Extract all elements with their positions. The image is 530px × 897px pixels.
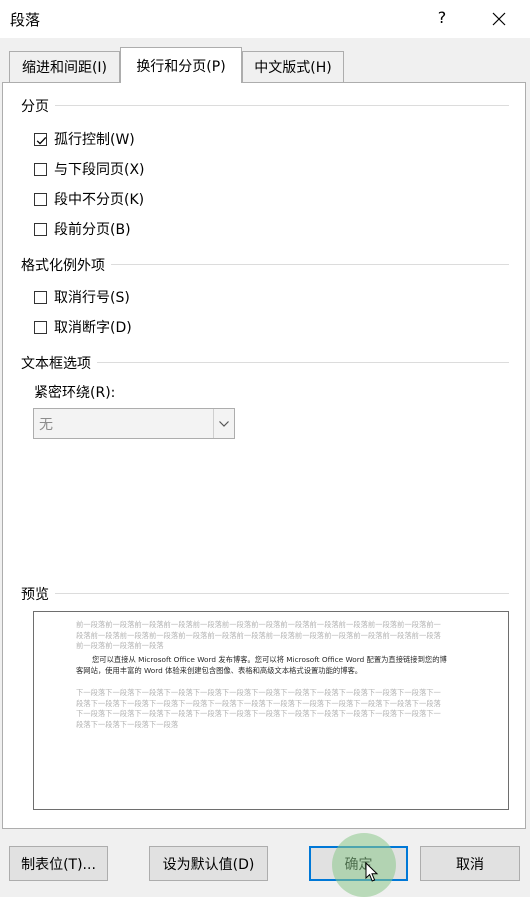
dialog-title: 段落 bbox=[10, 11, 41, 29]
tab-label: 缩进和间距(I) bbox=[21, 60, 108, 76]
checkbox-label: 与下段同页(X) bbox=[54, 162, 145, 178]
checkbox-box bbox=[34, 222, 47, 236]
checkmark-icon bbox=[36, 136, 47, 145]
preview-box: 前一段落前一段落前一段落前一段落前一段落前一段落前一段落前一段落前一段落前一段落… bbox=[33, 611, 509, 810]
close-icon bbox=[492, 12, 506, 26]
textbox-options-heading: 文本框选项 bbox=[21, 353, 97, 373]
checkbox-label: 段前分页(B) bbox=[54, 222, 131, 238]
checkbox-label: 孤行控制(W) bbox=[54, 132, 135, 148]
set-as-default-button[interactable]: 设为默认值(D) bbox=[149, 846, 268, 881]
keep-lines-together-checkbox[interactable]: 段中不分页(K) bbox=[34, 189, 144, 209]
widow-control-checkbox[interactable]: 孤行控制(W) bbox=[34, 129, 135, 149]
checkbox-box bbox=[34, 320, 47, 334]
preview-heading: 预览 bbox=[21, 584, 55, 604]
cancel-button[interactable]: 取消 bbox=[420, 846, 520, 881]
divider bbox=[21, 593, 509, 594]
checkbox-box bbox=[34, 132, 47, 146]
page-break-before-checkbox[interactable]: 段前分页(B) bbox=[34, 219, 131, 239]
tab-label: 中文版式(H) bbox=[254, 60, 332, 76]
checkbox-label: 段中不分页(K) bbox=[54, 192, 145, 208]
tight-wrap-dropdown[interactable]: 无 bbox=[33, 408, 235, 439]
help-button[interactable]: ? bbox=[432, 8, 452, 30]
tab-label: 换行和分页(P) bbox=[136, 58, 226, 75]
tab-indents-spacing[interactable]: 缩进和间距(I) bbox=[9, 51, 120, 82]
ok-button[interactable]: 确定 bbox=[309, 846, 408, 881]
pagination-heading: 分页 bbox=[21, 96, 55, 116]
tab-asian-typography[interactable]: 中文版式(H) bbox=[242, 51, 344, 82]
dont-hyphenate-checkbox[interactable]: 取消断字(D) bbox=[34, 317, 132, 337]
tabs-button[interactable]: 制表位(T)... bbox=[9, 846, 108, 881]
button-label: 设为默认值(D) bbox=[162, 856, 255, 873]
tab-line-page-breaks[interactable]: 换行和分页(P) bbox=[120, 47, 242, 83]
chevron-down-icon bbox=[213, 409, 234, 438]
keep-with-next-checkbox[interactable]: 与下段同页(X) bbox=[34, 159, 145, 179]
checkbox-box bbox=[34, 162, 47, 176]
close-button[interactable] bbox=[484, 6, 514, 32]
title-bar: 段落 ? bbox=[0, 0, 530, 38]
preview-sample-paragraph: 您可以直接从 Microsoft Office Word 发布博客。您可以将 M… bbox=[76, 655, 447, 675]
tab-strip: 缩进和间距(I) 换行和分页(P) 中文版式(H) bbox=[0, 38, 530, 83]
divider bbox=[21, 105, 509, 106]
button-label: 制表位(T)... bbox=[21, 856, 96, 873]
preview-previous-paragraph: 前一段落前一段落前一段落前一段落前一段落前一段落前一段落前一段落前一段落前一段落… bbox=[76, 620, 441, 650]
checkbox-label: 取消断字(D) bbox=[54, 320, 132, 336]
tab-panel: 分页 孤行控制(W) 与下段同页(X) 段中不分页(K) 段前分页(B) 格式化… bbox=[2, 82, 526, 829]
button-label: 取消 bbox=[456, 856, 484, 873]
checkbox-label: 取消行号(S) bbox=[54, 290, 130, 306]
formatting-exceptions-heading: 格式化例外项 bbox=[21, 255, 111, 275]
button-label: 确定 bbox=[344, 856, 373, 873]
tight-wrap-value: 无 bbox=[39, 417, 53, 433]
tight-wrap-label: 紧密环绕(R): bbox=[34, 385, 116, 401]
preview-next-paragraph: 下一段落下一段落下一段落下一段落下一段落下一段落下一段落下一段落下一段落下一段落… bbox=[76, 688, 441, 729]
checkbox-box bbox=[34, 290, 47, 304]
suppress-line-numbers-checkbox[interactable]: 取消行号(S) bbox=[34, 287, 130, 307]
checkbox-box bbox=[34, 192, 47, 206]
